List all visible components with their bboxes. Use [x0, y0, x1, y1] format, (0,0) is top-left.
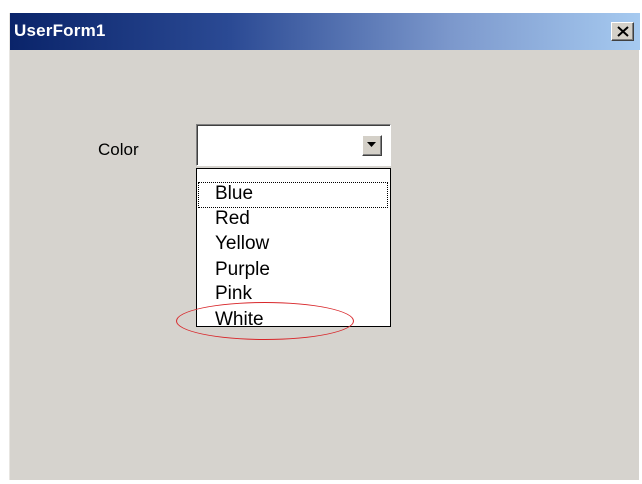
color-label: Color [98, 140, 139, 159]
chevron-down-icon [367, 142, 376, 147]
option-blue[interactable]: Blue [198, 182, 388, 208]
option-red[interactable]: Red [215, 208, 250, 232]
option-pink[interactable]: Pink [215, 283, 252, 307]
color-combobox[interactable] [196, 124, 391, 166]
close-icon [617, 26, 629, 37]
close-button[interactable] [611, 22, 634, 41]
window-title: UserForm1 [14, 21, 106, 40]
dropdown-button[interactable] [362, 135, 382, 156]
color-dropdown-list[interactable]: Blue Red Yellow Purple Pink White [196, 168, 391, 330]
title-bar[interactable]: UserForm1 [10, 13, 640, 50]
option-yellow[interactable]: Yellow [215, 233, 269, 257]
option-white[interactable]: White [215, 309, 264, 333]
option-purple[interactable]: Purple [215, 259, 270, 283]
